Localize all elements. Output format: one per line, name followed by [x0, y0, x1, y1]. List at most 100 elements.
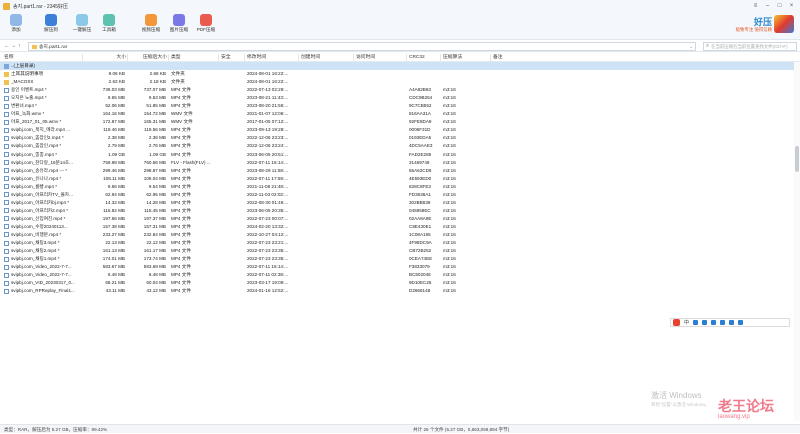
column-divider[interactable]	[490, 54, 491, 61]
cell-modified: 2022-07-13 02:29:...	[247, 87, 289, 93]
cell-packed: 2.68 KB	[149, 71, 166, 77]
cell-type: MP4 文件	[171, 191, 191, 197]
file-row[interactable]: svipbj.com_Video_2022-7-7... 583.67 MB 583…	[0, 263, 794, 271]
toolbox-button[interactable]: 工具箱	[96, 13, 122, 40]
cell-type: MP4 文件	[171, 135, 191, 141]
video-file-icon	[4, 152, 9, 158]
cell-name: svipbj.com_Video_2022-7-7...	[11, 272, 72, 278]
skin-icon[interactable]	[720, 320, 726, 325]
cell-size: 2.63 KB	[108, 79, 125, 85]
column-size[interactable]: 大小	[83, 53, 126, 62]
file-row[interactable]: svipbj.com_채팅2.mp4 * 161.13 MB 161.17 MB MP…	[0, 247, 794, 255]
column-divider[interactable]	[440, 54, 441, 61]
file-row[interactable]: svipbj.com_VID_20230317_0... 68.21 MB 60.0…	[0, 279, 794, 287]
column-divider[interactable]	[406, 54, 407, 61]
column-name[interactable]: 名称	[4, 53, 74, 62]
file-row[interactable]: svipbj.com_채팅1.mp4 * 174.01 MB 173.74 MB MP…	[0, 255, 794, 263]
column-packed[interactable]: 压缩后大小	[127, 53, 167, 62]
cell-method: m3:16	[443, 191, 456, 197]
cell-packed: 760.56 MB	[143, 159, 166, 165]
up-icon[interactable]: ↑	[18, 42, 21, 51]
search-input[interactable]: ⌕ 在当前压缩包当前位置查找文件(Ctrl+F)	[703, 42, 797, 51]
scrollbar-thumb[interactable]	[795, 146, 799, 172]
cell-packed: 154.72 MB	[143, 111, 166, 117]
cell-modified: 2023-08-21 11:43:...	[247, 95, 289, 101]
cell-name: svipbj.com_아프리카TV_몰카...	[11, 191, 73, 197]
column-created[interactable]: 创建时间	[301, 53, 351, 62]
file-row[interactable]: svipbj.com_찬다랑_16분14초... 759.98 MB 760.56 …	[0, 159, 794, 167]
file-row[interactable]: 변환녀.mp4 * 52.06 MB 51.85 MB MP4 文件 2023-08-2…	[0, 102, 794, 110]
extract-to-button[interactable]: 解压到	[38, 13, 64, 40]
column-divider[interactable]	[218, 54, 219, 61]
file-row[interactable]: _MACOSX 2.63 KB 2.18 KB 文件夹 2024-08-01 16:22…	[0, 78, 794, 86]
file-row[interactable]: svipbj.com_비행분.mp4 * 233.27 MB 232.84 MB MP…	[0, 231, 794, 239]
chevron-down-icon[interactable]: ⌄	[689, 43, 693, 51]
microphone-icon[interactable]	[702, 320, 708, 325]
file-row[interactable]: svipbj.com_아프리카2.mp4 * 115.82 MB 115.45 MB…	[0, 207, 794, 215]
file-row[interactable]: svipbj.com_신입여친.mp4 * 197.56 MB 197.37 MB M…	[0, 215, 794, 223]
minimize-icon[interactable]: –	[763, 2, 772, 10]
video-compress-button[interactable]: 视频压缩	[138, 13, 164, 40]
file-row[interactable]: 오지은 노출.mp4 * 9.65 MB 9.53 MB MP4 文件 2023-08-…	[0, 94, 794, 102]
grid-icon[interactable]	[738, 320, 744, 325]
menu-icon[interactable]: ≡	[751, 2, 760, 10]
ime-toolbar[interactable]: 中	[670, 318, 790, 327]
column-divider[interactable]	[244, 54, 245, 61]
search-icon: ⌕	[706, 43, 710, 49]
pdf-compress-button[interactable]: PDF压缩	[193, 13, 219, 40]
column-modified[interactable]: 修改时间	[247, 53, 297, 62]
image-compress-button[interactable]: 图片压缩	[166, 13, 192, 40]
file-row[interactable]: svipbj.com_채팅3.mp4 * 22.13 MB 22.12 MB MP4 …	[0, 239, 794, 247]
file-row[interactable]: svipbj.com_Video_2022-7-7... 6.48 MB 6.48 …	[0, 271, 794, 279]
column-type[interactable]: 类型	[171, 53, 216, 62]
file-row[interactable]: svipbj.com_아프리카TV_몰카... 62.94 MB 62.95 MB M…	[0, 191, 794, 199]
column-comment[interactable]: 备注	[493, 53, 533, 62]
cell-packed: 2.36 MB	[148, 135, 166, 141]
cell-method: m3:16	[443, 127, 456, 133]
file-row[interactable]: 용인 이벤트.mp4 * 736.03 MB 737.07 MB MP4 文件 2022…	[0, 86, 794, 94]
image-compress-icon	[173, 14, 185, 26]
file-row[interactable]: svipbj.com_유나나.mp4 * 108.11 MB 108.04 MB MP…	[0, 175, 794, 183]
column-method[interactable]: 压缩算法	[443, 53, 488, 62]
column-divider[interactable]	[298, 54, 299, 61]
cell-name: svipbj.com_뽐잡인2.mp4 *	[11, 135, 64, 141]
file-row[interactable]: svipbj.com_룸빵.mp4 * 9.56 MB 9.54 MB MP4 文件 2…	[0, 183, 794, 191]
file-row[interactable]: svipbj.com_RPReplay_Final1... 43.11 MB 43.…	[0, 287, 794, 295]
file-row[interactable]: svipbj.com_뽐잡인.mp4 * 2.79 MB 2.76 MB MP4 文件…	[0, 142, 794, 150]
file-row[interactable]: ..(上层目录)	[0, 62, 794, 71]
file-row[interactable]: svipbj.com_수정20240113... 157.38 MB 157.31 …	[0, 223, 794, 231]
file-row[interactable]: svipbj.com_송유라.mp4 --- * 299.46 MB 298.87 …	[0, 167, 794, 175]
video-file-icon	[4, 119, 9, 125]
cell-name: svipbj.com_유나나.mp4 *	[11, 175, 62, 181]
cell-method: m3:16	[443, 264, 456, 270]
column-crc32[interactable]: CRC32	[409, 53, 441, 62]
add-button[interactable]: 添加	[3, 13, 29, 40]
ime-mode[interactable]: 中	[684, 319, 689, 326]
back-icon[interactable]: ←	[4, 42, 10, 51]
path-field[interactable]: 송지.part1.rar ⌄	[28, 42, 696, 51]
file-row[interactable]: svipbj.com_북지_메라.mp4 ... 119.46 MB 119.56 …	[0, 126, 794, 134]
maximize-icon[interactable]: □	[775, 2, 784, 10]
file-row[interactable]: 아프_2017_01_05.wmv * 172.87 MB 165.31 MB WMV…	[0, 118, 794, 126]
punctuation-icon[interactable]	[693, 320, 699, 325]
column-security[interactable]: 安全	[221, 53, 241, 62]
cell-name: _MACOSX	[11, 79, 34, 85]
extract-icon	[45, 14, 57, 26]
file-row[interactable]: 아프_녹화.wmv * 164.16 MB 154.72 MB WMV 文件 2021-…	[0, 110, 794, 118]
close-icon[interactable]: ×	[787, 2, 796, 10]
column-accessed[interactable]: 访问时间	[356, 53, 406, 62]
cell-packed: 9.53 MB	[148, 95, 166, 101]
forward-icon[interactable]: →	[11, 42, 17, 51]
keyboard-icon[interactable]	[711, 320, 717, 325]
file-row[interactable]: 土耳其说明事项 9.06 KB 2.68 KB 文件夹 2024-08-01 16:22…	[0, 70, 794, 78]
vertical-scrollbar[interactable]	[794, 62, 800, 421]
sogou-icon[interactable]	[673, 319, 680, 326]
file-row[interactable]: svipbj.com_뽕뽕.mp4 * 1.09 GB 1.09 GB MP4 文件 2…	[0, 151, 794, 159]
column-divider[interactable]	[168, 54, 169, 61]
column-divider[interactable]	[353, 54, 354, 61]
shirt-icon[interactable]	[729, 320, 735, 325]
cell-method: m3:16	[443, 207, 456, 213]
one-click-extract-button[interactable]: 一键解压	[69, 13, 95, 40]
file-row[interactable]: svipbj.com_뽐잡인2.mp4 * 2.38 MB 2.36 MB MP4 文…	[0, 134, 794, 142]
file-row[interactable]: svipbj.com_아프리카bj.mp4 * 14.32 MB 14.28 MB M…	[0, 199, 794, 207]
